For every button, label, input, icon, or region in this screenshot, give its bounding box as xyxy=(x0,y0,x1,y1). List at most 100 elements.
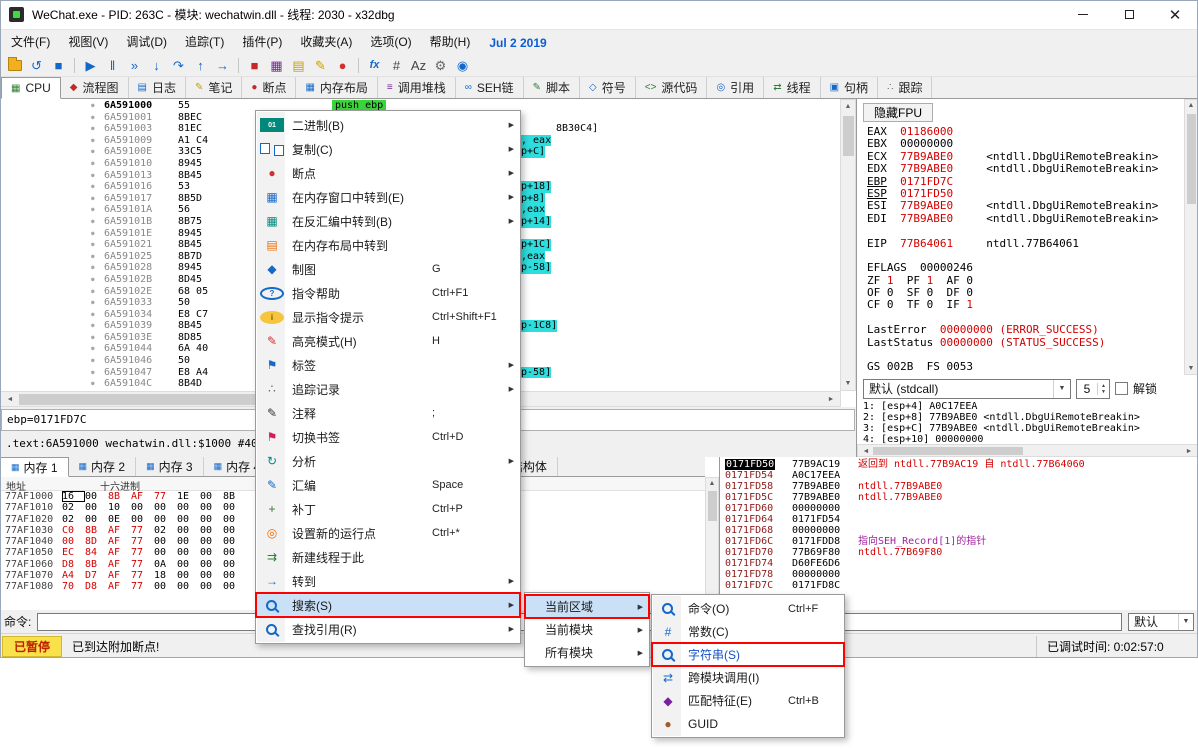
menu-item-goto[interactable]: →转到▶ xyxy=(256,569,520,593)
menu-item-search[interactable]: 搜索(S)▶ xyxy=(256,593,520,617)
chevron-down-icon[interactable]: ▼ xyxy=(1053,380,1070,398)
menu-item-label[interactable]: ⚑标签▶ xyxy=(256,353,520,377)
tab-log[interactable]: ▤日志 xyxy=(129,77,186,98)
tab-trace[interactable]: ∴跟踪 xyxy=(878,77,932,98)
registers-pane[interactable]: 隐藏FPU EAX 01186000EBX 00000000ECX 77B9AB… xyxy=(857,99,1198,457)
scroll-up-icon[interactable]: ▲ xyxy=(706,480,718,487)
menu-item-search-pattern[interactable]: ◆匹配特征(E)Ctrl+B xyxy=(652,689,844,712)
register-line[interactable]: CF 0 TF 0 IF 1 xyxy=(867,299,1182,311)
scrollbar-thumb[interactable] xyxy=(708,491,717,521)
spinner-arrows-icon[interactable]: ▲▼ xyxy=(1097,383,1109,395)
stack-row[interactable]: 0171FD5077B9AC19返回到 ntdll.77B9AC19 自 ntd… xyxy=(720,459,1198,470)
menubar-item[interactable]: 视图(V) xyxy=(59,30,117,55)
fx-button[interactable]: fx xyxy=(364,56,385,76)
scroll-up-icon[interactable]: ▲ xyxy=(841,103,855,110)
menu-item-current-region[interactable]: 当前区域▶ xyxy=(525,595,649,618)
stack-row[interactable]: 0171FD7800000000 xyxy=(720,569,1198,580)
argument-count-stepper[interactable]: 5 ▲▼ xyxy=(1076,379,1110,399)
register-line[interactable]: GS 002B FS 0053 xyxy=(867,361,1182,373)
run-trace-button[interactable]: » xyxy=(124,56,145,76)
stack-row[interactable]: 0171FD6800000000 xyxy=(720,525,1198,536)
step-out-button[interactable]: ↑ xyxy=(190,56,211,76)
menu-item-bookmark[interactable]: ⚑切换书签Ctrl+D xyxy=(256,425,520,449)
chevron-down-icon[interactable]: ▼ xyxy=(1178,614,1193,630)
menu-item-search-string[interactable]: 字符串(S) xyxy=(652,643,844,666)
register-line[interactable]: EDI 77B9ABE0 <ntdll.DbgUiRemoteBreakin> xyxy=(867,213,1182,225)
tab-threads[interactable]: ⇄线程 xyxy=(764,77,820,98)
hash-button[interactable]: # xyxy=(386,56,407,76)
menu-item-instr-help[interactable]: ?指令帮助Ctrl+F1 xyxy=(256,281,520,305)
restart-button[interactable]: ↺ xyxy=(26,56,47,76)
scrollbar-thumb[interactable] xyxy=(19,394,279,405)
dump-tab-memory1[interactable]: ▦内存 1 xyxy=(0,457,69,477)
menubar-item[interactable]: 收藏夹(A) xyxy=(291,30,361,55)
trace-button[interactable]: ■ xyxy=(244,56,265,76)
menu-item-new-origin[interactable]: ◎设置新的运行点Ctrl+* xyxy=(256,521,520,545)
menubar-item[interactable]: 选项(O) xyxy=(361,30,420,55)
menubar-item[interactable]: 调试(D) xyxy=(117,30,176,55)
tab-symbols[interactable]: ◇符号 xyxy=(580,77,636,98)
tab-source[interactable]: <>源代码 xyxy=(636,77,708,98)
unlock-checkbox[interactable] xyxy=(1115,382,1128,395)
menubar-item[interactable]: 插件(P) xyxy=(233,30,291,55)
run-to-cursor-button[interactable]: → xyxy=(212,56,233,76)
dump-tab-memory3[interactable]: ▦内存 3 xyxy=(136,457,204,476)
stack-row[interactable]: 0171FD7077B69F80ntdll.77B69F80 xyxy=(720,547,1198,558)
dump-vertical-scrollbar[interactable]: ▲ ▼ xyxy=(705,477,719,610)
menu-item-search-command[interactable]: 命令(O)Ctrl+F xyxy=(652,597,844,620)
log-button[interactable]: ▤ xyxy=(288,56,309,76)
tab-notes[interactable]: ✎笔记 xyxy=(186,77,242,98)
tab-cpu[interactable]: ▦CPU xyxy=(1,77,61,99)
stack-row[interactable]: 0171FD6C0171FDD8指向SEH_Record[1]的指针 xyxy=(720,536,1198,547)
registers-vertical-scrollbar[interactable]: ▲ ▼ xyxy=(1184,99,1198,375)
step-into-button[interactable]: ↓ xyxy=(146,56,167,76)
tab-call-stack[interactable]: ≡调用堆栈 xyxy=(378,77,456,98)
menu-item-comment[interactable]: ✎注释; xyxy=(256,401,520,425)
maximize-button[interactable] xyxy=(1106,0,1152,29)
scrollbar-thumb[interactable] xyxy=(873,447,1023,455)
stack-row[interactable]: 0171FD640171FD54 xyxy=(720,514,1198,525)
scroll-left-icon[interactable]: ◄ xyxy=(3,396,17,403)
register-arg[interactable]: 3: [esp+C] 77B9ABE0 <ntdll.DbgUiRemoteBr… xyxy=(863,423,1182,434)
scroll-down-icon[interactable]: ▼ xyxy=(1185,365,1197,372)
stack-pane[interactable]: 0171FD5077B9AC19返回到 ntdll.77B9AC19 自 ntd… xyxy=(719,457,1198,610)
stack-row[interactable]: 0171FD6000000000 xyxy=(720,503,1198,514)
calling-convention-select[interactable]: 默认 (stdcall) ▼ xyxy=(863,379,1071,399)
menu-item-all-modules[interactable]: 所有模块▶ xyxy=(525,641,649,664)
menu-item-copy[interactable]: 复制(C)▶ xyxy=(256,137,520,161)
hide-fpu-button[interactable]: 隐藏FPU xyxy=(863,103,933,122)
menu-item-new-thread[interactable]: ⇉新建线程于此 xyxy=(256,545,520,569)
menu-item-instr-hint[interactable]: i显示指令提示Ctrl+Shift+F1 xyxy=(256,305,520,329)
scroll-up-icon[interactable]: ▲ xyxy=(1185,102,1197,109)
menu-item-search-intermodular-calls[interactable]: ⇄跨模块调用(I) xyxy=(652,666,844,689)
menu-item-goto-disasm[interactable]: ▦在反汇编中转到(B)▶ xyxy=(256,209,520,233)
menubar-item[interactable]: 追踪(T) xyxy=(176,30,233,55)
minimize-button[interactable] xyxy=(1060,0,1106,29)
menu-item-analysis[interactable]: ↻分析▶ xyxy=(256,449,520,473)
memory-map-button[interactable]: ▦ xyxy=(266,56,287,76)
register-arg[interactable]: 1: [esp+4] A0C17EEA xyxy=(863,401,1182,412)
settings-button[interactable]: ⚙ xyxy=(430,56,451,76)
register-line[interactable]: LastStatus 00000000 (STATUS_SUCCESS) xyxy=(867,337,1182,349)
menubar-item[interactable]: 帮助(H) xyxy=(421,30,480,55)
menu-item-find-references[interactable]: 查找引用(R)▶ xyxy=(256,617,520,641)
tab-breakpoints[interactable]: ●断点 xyxy=(242,77,296,98)
scrollbar-thumb[interactable] xyxy=(843,116,854,156)
menu-item-goto-memmap[interactable]: ▤在内存布局中转到 xyxy=(256,233,520,257)
stack-row[interactable]: 0171FD5C77B9ABE0ntdll.77B9ABE0 xyxy=(720,492,1198,503)
menu-item-search-constant[interactable]: #常数(C) xyxy=(652,620,844,643)
stack-row[interactable]: 0171FD7C0171FD8C xyxy=(720,580,1198,591)
dump-tab-memory2[interactable]: ▦内存 2 xyxy=(69,457,137,476)
breakpoints-button[interactable]: ● xyxy=(332,56,353,76)
menu-item-graph[interactable]: ◆制图G xyxy=(256,257,520,281)
step-over-button[interactable]: ↷ xyxy=(168,56,189,76)
tab-seh[interactable]: ∞SEH链 xyxy=(456,77,524,98)
run-button[interactable]: ▶ xyxy=(80,56,101,76)
menu-item-goto-dump[interactable]: ▦在内存窗口中转到(E)▶ xyxy=(256,185,520,209)
tab-memory-map[interactable]: ▦内存布局 xyxy=(296,77,377,98)
disasm-vertical-scrollbar[interactable]: ▲ ▼ xyxy=(840,99,856,391)
stop-button[interactable]: ■ xyxy=(48,56,69,76)
menu-item-breakpoint[interactable]: ●断点▶ xyxy=(256,161,520,185)
scroll-right-icon[interactable]: ► xyxy=(1183,448,1195,455)
command-profile-select[interactable]: 默认 ▼ xyxy=(1128,613,1194,631)
